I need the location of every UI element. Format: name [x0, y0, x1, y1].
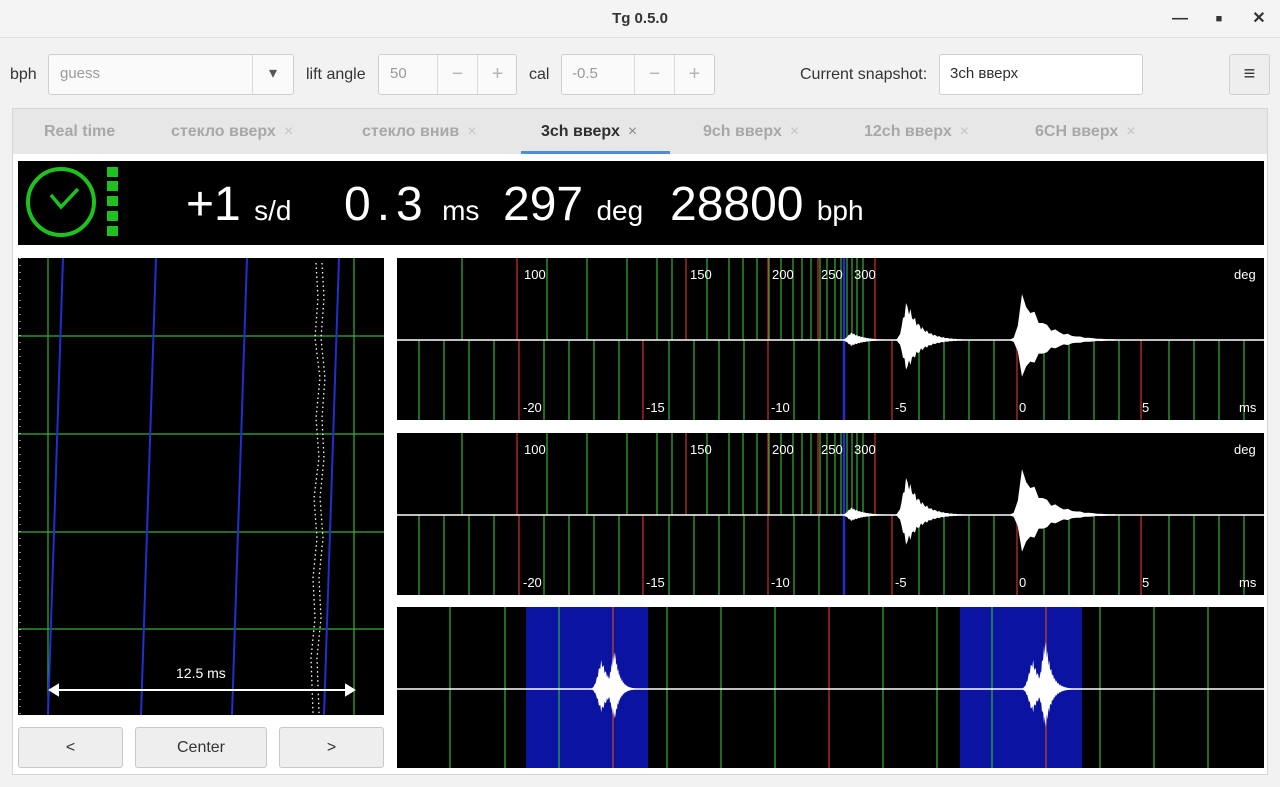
bph-combobox[interactable]: guess ▾	[48, 54, 294, 95]
tab-close-icon[interactable]: ×	[960, 123, 969, 140]
ms-tick-label: -10	[771, 575, 790, 590]
snapshot-tabs: Real time стекло вверх × стекло внив × 3ch…	[12, 108, 1268, 154]
deg-tick-label: 250	[821, 442, 843, 457]
tab-close-icon[interactable]: ×	[284, 123, 293, 140]
next-button[interactable]: >	[279, 727, 384, 768]
rate-readout: +1 s/d	[186, 178, 292, 231]
snapshot-name-input[interactable]: 3ch вверх	[939, 54, 1143, 95]
deg-tick-label: 250	[821, 267, 843, 282]
tab-close-icon[interactable]: ×	[1126, 123, 1135, 140]
tic-waveform-plot	[397, 258, 1264, 420]
clock-status-icon	[26, 167, 118, 237]
tab-6ch-vverh[interactable]: 6CH вверх ×	[1035, 109, 1136, 155]
bph-readout: 28800 bph	[670, 178, 864, 231]
maximize-button[interactable]: ■	[1206, 6, 1232, 32]
tab-real-time[interactable]: Real time	[44, 109, 115, 155]
lift-angle-spinner[interactable]: 50 − +	[378, 54, 517, 95]
deg-unit-label: deg	[1234, 267, 1256, 282]
ms-tick-label: 0	[1019, 575, 1027, 590]
period-waveform-chart	[397, 607, 1264, 768]
tab-steklo-vniv[interactable]: стекло внив ×	[362, 109, 477, 155]
tic-waveform-chart: 100 150 200 250 300 deg -20 -15 -10 -5 0…	[397, 258, 1264, 420]
lift-angle-label: lift angle	[306, 66, 366, 83]
period-waveform-plot	[397, 607, 1264, 768]
tab-close-icon[interactable]: ×	[628, 123, 637, 140]
tab-close-icon[interactable]: ×	[790, 123, 799, 140]
minimize-button[interactable]: —	[1167, 6, 1193, 32]
deg-tick-label: 150	[690, 267, 712, 282]
previous-button[interactable]: <	[18, 727, 123, 768]
cal-increment-button[interactable]: +	[675, 55, 714, 95]
ms-tick-label: -20	[523, 400, 542, 415]
title-bar: Tg 0.5.0 — ■ ✕	[0, 0, 1280, 38]
tab-3ch-vverh[interactable]: 3ch вверх ×	[541, 109, 637, 155]
snapshot-label: Current snapshot:	[800, 66, 928, 83]
paperstrip-chart: 12.5 ms	[18, 258, 384, 715]
lift-angle-increment-button[interactable]: +	[478, 55, 517, 95]
tab-steklo-vverh[interactable]: стекло вверх ×	[171, 109, 293, 155]
lift-angle-decrement-button[interactable]: −	[438, 55, 477, 95]
tab-12ch-vverh[interactable]: 12ch вверх ×	[864, 109, 969, 155]
deg-tick-label: 200	[772, 442, 794, 457]
deg-tick-label: 300	[854, 267, 876, 282]
deg-tick-label: 100	[524, 267, 546, 282]
chevron-down-icon[interactable]: ▾	[253, 55, 293, 95]
cal-value[interactable]: -0.5	[572, 65, 598, 82]
snapshot-name-value[interactable]: 3ch вверх	[950, 65, 1018, 82]
ms-unit-label: ms	[1239, 575, 1257, 590]
deg-tick-label: 150	[690, 442, 712, 457]
deg-tick-label: 300	[854, 442, 876, 457]
cal-spinner[interactable]: -0.5 − +	[561, 54, 715, 95]
deg-tick-label: 100	[524, 442, 546, 457]
ms-tick-label: -10	[771, 400, 790, 415]
ms-tick-label: 0	[1019, 400, 1027, 415]
tab-9ch-vverh[interactable]: 9ch вверх ×	[703, 109, 799, 155]
center-button[interactable]: Center	[135, 727, 267, 768]
ms-unit-label: ms	[1239, 400, 1257, 415]
toolbar: bph guess ▾ lift angle 50 − + cal -0.5 −…	[0, 38, 1280, 108]
cal-label: cal	[529, 66, 550, 83]
close-button[interactable]: ✕	[1246, 6, 1272, 32]
bph-combobox-text: guess	[60, 65, 101, 82]
amplitude-readout: 297 deg	[503, 178, 644, 231]
lift-angle-value[interactable]: 50	[390, 65, 407, 82]
deg-tick-label: 200	[772, 267, 794, 282]
deg-unit-label: deg	[1234, 442, 1256, 457]
ms-tick-label: -15	[646, 400, 665, 415]
ms-tick-label: 5	[1142, 400, 1150, 415]
ms-tick-label: -20	[523, 575, 542, 590]
ms-tick-label: -5	[895, 400, 907, 415]
menu-button[interactable]: ≡	[1229, 54, 1270, 95]
tab-close-icon[interactable]: ×	[467, 123, 476, 140]
bph-label: bph	[10, 66, 37, 83]
measurement-readout: +1 s/d 0.3 ms 297 deg 28800 bph	[18, 161, 1264, 245]
ms-tick-label: -5	[895, 575, 907, 590]
window-title: Tg 0.5.0	[612, 10, 668, 27]
ms-tick-label: 5	[1142, 575, 1150, 590]
toc-waveform-chart: 100 150 200 250 300 deg -20 -15 -10 -5 0…	[397, 433, 1264, 595]
ms-tick-label: -15	[646, 575, 665, 590]
paperstrip-plot	[18, 258, 384, 715]
beat-error-readout: 0.3 ms	[344, 178, 480, 231]
paperstrip-scale-label: 12.5 ms	[176, 665, 226, 681]
toc-waveform-plot	[397, 433, 1264, 595]
cal-decrement-button[interactable]: −	[635, 55, 674, 95]
